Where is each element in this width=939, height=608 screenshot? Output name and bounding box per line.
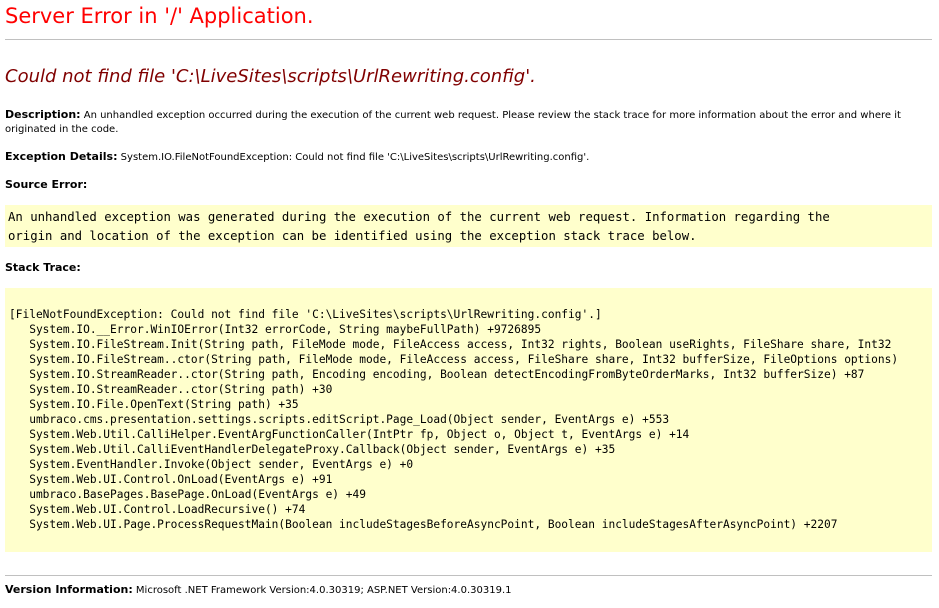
stack-trace-line: [FileNotFoundException: Could not find f… xyxy=(9,308,602,321)
stack-trace-line: System.Web.UI.Page.ProcessRequestMain(Bo… xyxy=(9,518,838,531)
exception-details-text: System.IO.FileNotFoundException: Could n… xyxy=(120,152,590,163)
version-label: Version Information: xyxy=(5,583,133,596)
stack-trace-line: System.Web.UI.Control.LoadRecursive() +7… xyxy=(9,503,306,516)
description-label: Description: xyxy=(5,108,81,121)
stack-trace-line: umbraco.cms.presentation.settings.script… xyxy=(9,413,670,426)
page-title: Server Error in '/' Application. xyxy=(5,4,314,28)
stack-trace-line: System.IO.File.OpenText(String path) +35 xyxy=(9,398,299,411)
stack-trace-line: System.Web.Util.CalliEventHandlerDelegat… xyxy=(9,443,616,456)
description-text: An unhandled exception occurred during t… xyxy=(5,110,901,135)
stack-trace-label: Stack Trace: xyxy=(5,261,81,274)
source-error-line: origin and location of the exception can… xyxy=(8,229,697,243)
version-information: Version Information: Microsoft .NET Fram… xyxy=(5,583,512,596)
footer-divider xyxy=(5,575,932,576)
description-section: Description: An unhandled exception occu… xyxy=(5,108,933,137)
stack-trace-line: System.IO.StreamReader..ctor(String path… xyxy=(9,383,333,396)
exception-details-section: Exception Details: System.IO.FileNotFoun… xyxy=(5,150,589,165)
version-text: Microsoft .NET Framework Version:4.0.303… xyxy=(135,585,512,596)
stack-trace-line: System.IO.StreamReader..ctor(String path… xyxy=(9,368,865,381)
stack-trace-line: System.IO.__Error.WinIOError(Int32 error… xyxy=(9,323,542,336)
exception-details-label: Exception Details: xyxy=(5,150,118,163)
stack-trace-line: System.Web.UI.Control.OnLoad(EventArgs e… xyxy=(9,473,333,486)
stack-trace-box: [FileNotFoundException: Could not find f… xyxy=(5,288,932,552)
stack-trace-line: System.IO.FileStream.Init(String path, F… xyxy=(9,338,892,351)
source-error-label: Source Error: xyxy=(5,178,88,191)
source-error-box: An unhandled exception was generated dur… xyxy=(5,205,932,247)
stack-trace-line: System.EventHandler.Invoke(Object sender… xyxy=(9,458,414,471)
stack-trace-line: System.Web.Util.CalliHelper.EventArgFunc… xyxy=(9,428,690,441)
stack-trace-line: System.IO.FileStream..ctor(String path, … xyxy=(9,353,899,366)
stack-trace-line: umbraco.BasePages.BasePage.OnLoad(EventA… xyxy=(9,488,366,501)
source-error-line: An unhandled exception was generated dur… xyxy=(8,210,830,224)
error-message: Could not find file 'C:\LiveSites\script… xyxy=(5,66,536,87)
title-divider xyxy=(5,39,932,40)
